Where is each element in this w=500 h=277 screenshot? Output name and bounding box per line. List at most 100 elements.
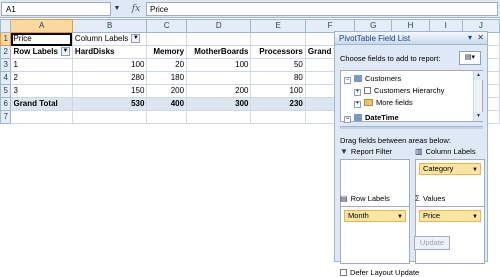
row-header-6[interactable]: 6 (0, 97, 12, 111)
scroll-down-icon[interactable]: ▼ (474, 112, 483, 121)
column-header-c[interactable]: C (146, 19, 188, 33)
chevron-down-icon[interactable]: ▼ (472, 165, 478, 175)
cell-d7[interactable] (186, 110, 252, 124)
row-labels-filter-icon[interactable]: ▼ (60, 47, 70, 57)
pivot-row-label[interactable]: 2 (10, 71, 73, 85)
cell-e1[interactable] (250, 32, 306, 46)
field-list-box[interactable]: − Customers + Customers Hierarchy + More fi… (340, 70, 483, 123)
expand-icon[interactable]: + (354, 89, 361, 96)
grand-total-value[interactable]: 530 (71, 97, 148, 111)
layout-options-button[interactable]: ▤▾ (459, 51, 481, 65)
name-box-dropdown-icon[interactable]: ▼ (112, 2, 122, 16)
pane-title-bar: PivotTable Field List ▾ ✕ (335, 32, 487, 45)
column-header-b[interactable]: B (71, 19, 148, 33)
field-item-customers-hierarchy[interactable]: + Customers Hierarchy (354, 85, 444, 96)
pivot-value-cell[interactable]: 180 (146, 71, 188, 85)
pivot-col-header[interactable]: Processors (250, 45, 306, 59)
cell-c1[interactable] (146, 32, 188, 46)
insert-function-icon[interactable]: fx (128, 2, 144, 16)
pivot-col-header[interactable]: MotherBoards (186, 45, 252, 59)
row-header-5[interactable]: 5 (0, 84, 12, 98)
column-header-a[interactable]: A (10, 19, 73, 33)
column-field-pill[interactable]: Category ▼ (419, 163, 481, 175)
defer-checkbox[interactable] (340, 269, 347, 276)
pivot-value-cell[interactable]: 280 (71, 71, 148, 85)
field-checkbox[interactable] (364, 87, 371, 94)
column-labels-filter-icon[interactable]: ▼ (131, 34, 141, 44)
grand-total-value[interactable]: 230 (250, 97, 306, 111)
cube-icon (354, 114, 362, 121)
formula-input[interactable]: Price (146, 2, 498, 16)
row-header-2[interactable]: 2 (0, 45, 12, 59)
cell-d1[interactable] (186, 32, 252, 46)
field-hierarchy-label: Customers Hierarchy (374, 86, 445, 95)
column-labels-text: Column Labels (74, 34, 129, 43)
values-area-label: Σ Values (415, 194, 445, 203)
cell-c7[interactable] (146, 110, 188, 124)
pivot-row-label[interactable]: 3 (10, 84, 73, 98)
grand-total-label[interactable]: Grand Total (10, 97, 73, 111)
expand-icon[interactable]: + (354, 101, 361, 108)
select-all-corner[interactable] (0, 19, 12, 33)
row-header-1[interactable]: 1 (0, 32, 12, 46)
pane-title: PivotTable Field List (339, 34, 411, 43)
field-item-datetime[interactable]: − DateTime (344, 112, 399, 123)
pivot-value-cell[interactable]: 150 (71, 84, 148, 98)
drag-fields-label: Drag fields between areas below: (340, 136, 451, 145)
value-field-pill[interactable]: Price ▼ (419, 210, 481, 222)
row-header-3[interactable]: 3 (0, 58, 12, 72)
folder-icon (364, 99, 373, 106)
row-field-text: Month (348, 211, 369, 220)
pivot-row-label[interactable]: 1 (10, 58, 73, 72)
update-button[interactable]: Update (414, 236, 450, 250)
row-header-4[interactable]: 4 (0, 71, 12, 85)
pivot-value-cell[interactable]: 20 (146, 58, 188, 72)
pane-options-dropdown-icon[interactable]: ▾ (468, 33, 472, 42)
pivot-value-cell[interactable]: 100 (186, 58, 252, 72)
pivot-value-cell[interactable]: 200 (146, 84, 188, 98)
pivot-data-field-cell[interactable]: Price (10, 32, 73, 46)
report-filter-label: ▼ Report Filter (340, 147, 392, 156)
chevron-down-icon[interactable]: ▼ (472, 212, 478, 222)
row-header-7[interactable]: 7 (0, 110, 12, 124)
row-labels-drop-area[interactable]: Month ▼ (340, 206, 410, 264)
pivot-field-list-pane: PivotTable Field List ▾ ✕ Choose fields … (334, 31, 488, 277)
pivot-value-cell[interactable]: 100 (71, 58, 148, 72)
column-header-e[interactable]: E (250, 19, 306, 33)
report-filter-text: Report Filter (350, 147, 393, 156)
chevron-down-icon[interactable]: ▼ (397, 212, 403, 222)
grand-total-value[interactable]: 300 (186, 97, 252, 111)
pivot-value-cell[interactable]: 100 (250, 84, 306, 98)
pivot-value-cell[interactable]: 200 (186, 84, 252, 98)
row-labels-cell[interactable]: Row Labels ▼ (10, 45, 73, 59)
cell-b7[interactable] (71, 110, 148, 124)
pivot-col-header[interactable]: Memory (146, 45, 188, 59)
pivot-col-header[interactable]: HardDisks (71, 45, 148, 59)
sigma-icon: Σ (415, 194, 420, 203)
field-item-more-fields[interactable]: + More fields (354, 97, 413, 108)
name-box[interactable]: A1 (1, 2, 111, 16)
pane-splitter[interactable] (340, 126, 483, 129)
collapse-icon[interactable]: − (344, 116, 351, 123)
field-item-customers[interactable]: − Customers (344, 73, 401, 84)
column-labels-area-label: ▥ Column Labels (415, 147, 476, 156)
cell-e7[interactable] (250, 110, 306, 124)
row-labels-text: Row Labels (13, 47, 58, 56)
field-more-label: More fields (376, 98, 413, 107)
pivot-value-cell[interactable]: 80 (250, 71, 306, 85)
field-list-scrollbar[interactable]: ▲ ▼ (473, 71, 483, 121)
pivot-value-cell[interactable] (186, 71, 252, 85)
cell-a7[interactable] (10, 110, 73, 124)
values-drop-area[interactable]: Price ▼ (415, 206, 485, 264)
column-header-d[interactable]: D (186, 19, 252, 33)
row-field-pill[interactable]: Month ▼ (344, 210, 406, 222)
defer-layout-option[interactable]: Defer Layout Update (340, 268, 419, 277)
grand-total-value[interactable]: 400 (146, 97, 188, 111)
scroll-up-icon[interactable]: ▲ (474, 71, 483, 80)
close-icon[interactable]: ✕ (477, 33, 484, 42)
value-field-text: Price (423, 211, 441, 220)
pivot-value-cell[interactable]: 50 (250, 58, 306, 72)
collapse-icon[interactable]: − (344, 77, 351, 84)
row-labels-area-label: ▤ Row Labels (340, 194, 390, 203)
column-labels-cell[interactable]: Column Labels ▼ (71, 32, 148, 46)
